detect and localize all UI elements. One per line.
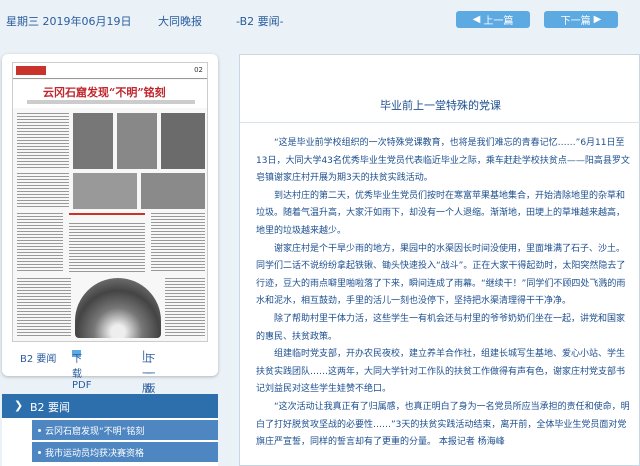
section-header[interactable]: ❯ B2 要闻 <box>2 394 218 418</box>
article-paragraph: 组建临时党支部，开办农民夜校，建立养羊合作社，组建长城写生基地、爱心小站、学生扶… <box>256 349 626 395</box>
thumbnail-masthead: 02 <box>13 63 207 79</box>
article-panel: 毕业前上一堂特殊的党课 “这是毕业前学校组织的一次特殊党课教育，也将是我们难忘的… <box>239 54 640 466</box>
prev-article-button[interactable]: ◀ 上一篇 <box>456 11 530 28</box>
thumbnail-rule <box>69 213 145 215</box>
article-paragraph: “这是毕业前学校组织的一次特殊党课教育，也将是我们难忘的青春记忆……”6月11日… <box>256 138 630 184</box>
thumbnail-photo <box>141 173 205 209</box>
issue-date: 星期三 2019年06月19日 <box>6 15 132 28</box>
divider <box>240 122 640 123</box>
bullet-icon <box>38 450 41 454</box>
article-body: “这是毕业前学校组织的一次特殊党课教育，也将是我们难忘的青春记忆……”6月11日… <box>256 135 630 452</box>
thumbnail-photo <box>73 113 113 169</box>
section-item-label: 云冈石窟发现“不明”铭刻 <box>45 426 145 437</box>
chevron-right-icon: ❯ <box>14 399 24 412</box>
section-title: B2 要闻 <box>30 401 71 414</box>
page-label: -B2 要闻- <box>236 15 284 28</box>
article-paragraph: “这次活动让我真正有了归属感，也真正明白了身为一名党员所应当承担的责任和使命，明… <box>256 401 630 448</box>
section-item[interactable]: 我市运动员均获决赛资格 <box>32 442 218 462</box>
thumbnail-text-block <box>151 213 205 273</box>
thumbnail-headline-area: 云冈石窟发现“不明”铭刻 <box>13 80 207 108</box>
thumbnail-text-block <box>69 223 145 273</box>
page-pager: 上一版 | 下一版 <box>142 350 156 395</box>
paper-logo <box>16 66 46 75</box>
bullet-icon <box>38 428 41 432</box>
thumbnail-photo <box>73 173 137 209</box>
next-article-label: 下一篇 <box>560 16 591 27</box>
next-page-link[interactable]: 下一版 <box>145 350 155 395</box>
download-pdf-label: 下载PDF <box>72 354 92 391</box>
next-article-button[interactable]: 下一篇 ▶ <box>544 11 618 28</box>
page-thumbnail-card: 02 云冈石窟发现“不明”铭刻 B2 要闻 下载PDF 上一版 | 下一版 <box>2 54 218 395</box>
article-title: 毕业前上一堂特殊的党课 <box>380 99 501 112</box>
thumbnail-headline: 云冈石窟发现“不明”铭刻 <box>43 86 166 99</box>
page-link[interactable]: B2 要闻 <box>20 350 56 365</box>
thumbnail-photo <box>117 113 157 169</box>
chevron-left-icon: ◀ <box>472 14 481 25</box>
thumbnail-text-block <box>17 213 63 273</box>
section-item-label: 我市运动员均获决赛资格 <box>45 448 145 459</box>
section-item[interactable]: 云冈石窟发现“不明”铭刻 <box>32 420 218 440</box>
thumbnail-text-block <box>17 173 69 209</box>
thumbnail-links: B2 要闻 下载PDF 上一版 | 下一版 <box>2 350 218 395</box>
article-paragraph: 谢家庄村是个干旱少雨的地方，果园中的水渠因长时间没使用，里面堆满了石子、沙土。同… <box>256 243 626 307</box>
top-bar: 星期三 2019年06月19日 大同晚报 -B2 要闻- ◀ 上一篇 下一篇 ▶ <box>0 0 640 40</box>
page-thumbnail[interactable]: 02 云冈石窟发现“不明”铭刻 <box>12 62 208 342</box>
prev-article-label: 上一篇 <box>483 16 514 27</box>
section-list: ❯ B2 要闻 云冈石窟发现“不明”铭刻 我市运动员均获决赛资格 <box>2 394 218 466</box>
thumbnail-photo <box>161 113 205 169</box>
article-paragraph: 到达村庄的第二天，优秀毕业生党员们按时在寒富苹果基地集合，开始清除地里的杂草和垃… <box>256 190 626 236</box>
thumbnail-text-block <box>17 278 71 338</box>
paper-name: 大同晚报 <box>158 15 202 28</box>
thumbnail-dome-photo <box>75 278 161 338</box>
thumbnail-text-block <box>165 278 205 338</box>
thumbnail-page-no: 02 <box>194 66 203 74</box>
chevron-right-icon: ▶ <box>593 14 602 25</box>
thumbnail-subheadline <box>27 100 195 104</box>
article-paragraph: 除了帮助村里干体力活，这些学生一有机会还与村里的爷爷奶奶们坐在一起，讲党和国家的… <box>256 313 626 342</box>
thumbnail-text-block <box>17 113 69 169</box>
